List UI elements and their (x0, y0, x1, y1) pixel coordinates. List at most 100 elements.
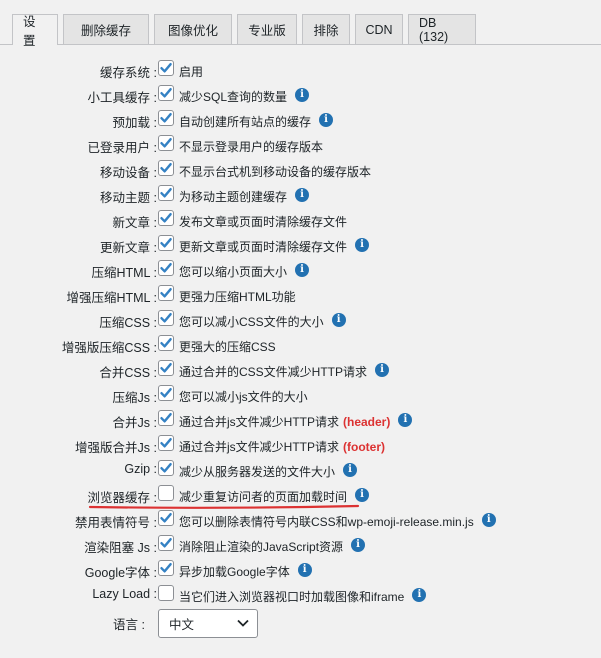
setting-row: 已登录用户 : 不显示登录用户的缓存版本 (0, 133, 601, 158)
info-icon[interactable]: i (481, 512, 496, 527)
setting-row: 移动设备 : 不显示台式机到移动设备的缓存版本 (0, 158, 601, 183)
setting-label: 增强版压缩CSS : (61, 341, 157, 355)
check-icon (160, 388, 172, 398)
setting-checkbox[interactable] (158, 435, 174, 451)
setting-description: 减少重复访问者的页面加载时间 i (179, 487, 370, 505)
setting-row: 增强版合并Js : 通过合并js文件减少HTTP请求 (footer) (0, 433, 601, 458)
language-select[interactable]: 中文 (158, 609, 258, 638)
setting-checkbox[interactable] (158, 160, 174, 176)
check-icon (160, 313, 172, 323)
setting-description-text: 您可以缩小页面大小 (179, 265, 288, 279)
setting-checkbox[interactable] (158, 535, 174, 551)
setting-label: 禁用表情符号 : (75, 516, 157, 530)
setting-description: 发布文章或页面时清除缓存文件 (179, 213, 347, 230)
settings-form: 缓存系统 : 启用 小工具缓存 : 减少SQL查询的数量 i 预加载 : 自动创建所有站点的… (0, 58, 601, 608)
setting-checkbox[interactable] (158, 60, 174, 76)
setting-checkbox[interactable] (158, 135, 174, 151)
setting-checkbox[interactable] (158, 335, 174, 351)
setting-checkbox[interactable] (158, 510, 174, 526)
setting-row: Google字体 : 异步加载Google字体 i (0, 558, 601, 583)
setting-description: 为移动主题创建缓存 i (179, 187, 310, 205)
setting-checkbox[interactable] (158, 560, 174, 576)
setting-checkbox[interactable] (158, 360, 174, 376)
setting-position-note: (header) (343, 415, 391, 429)
language-label: 语言 : (113, 618, 145, 632)
check-icon (160, 138, 172, 148)
setting-row: 更新文章 : 更新文章或页面时清除缓存文件 i (0, 233, 601, 258)
setting-checkbox[interactable] (158, 260, 174, 276)
info-icon[interactable]: i (375, 362, 390, 377)
check-icon (160, 88, 172, 98)
setting-checkbox[interactable] (158, 385, 174, 401)
tab-2[interactable]: 图像优化 (154, 14, 232, 44)
setting-checkbox[interactable] (158, 585, 174, 601)
setting-description: 您可以减小js文件的大小 (179, 388, 308, 405)
setting-description-text: 不显示登录用户的缓存版本 (179, 140, 324, 154)
setting-row: 预加载 : 自动创建所有站点的缓存 i (0, 108, 601, 133)
setting-description-text: 当它们进入浏览器视口时加载图像和iframe (179, 590, 405, 604)
tab-0[interactable]: 设置 (12, 14, 58, 48)
setting-description-text: 您可以删除表情符号内联CSS和wp-emoji-release.min.js (179, 515, 474, 529)
tab-5[interactable]: CDN (355, 14, 403, 44)
setting-checkbox[interactable] (158, 310, 174, 326)
setting-row: 小工具缓存 : 减少SQL查询的数量 i (0, 83, 601, 108)
setting-description-text: 通过合并的CSS文件减少HTTP请求 (179, 365, 368, 379)
setting-checkbox[interactable] (158, 110, 174, 126)
setting-description: 启用 (179, 63, 203, 80)
info-icon[interactable]: i (297, 562, 312, 577)
setting-description: 减少SQL查询的数量 i (179, 87, 310, 105)
check-icon (160, 238, 172, 248)
language-select-value: 中文 (169, 618, 195, 632)
setting-position-note: (footer) (343, 440, 385, 454)
setting-description: 更新文章或页面时清除缓存文件 i (179, 237, 370, 255)
annotation-underline (88, 504, 360, 509)
setting-description: 减少从服务器发送的文件大小 i (179, 462, 358, 480)
setting-row: 合并CSS : 通过合并的CSS文件减少HTTP请求 i (0, 358, 601, 383)
setting-checkbox[interactable] (158, 485, 174, 501)
check-icon (160, 63, 172, 73)
info-icon[interactable]: i (295, 87, 310, 102)
setting-row: 合并Js : 通过合并js文件减少HTTP请求 (header) i (0, 408, 601, 433)
info-icon[interactable]: i (351, 537, 366, 552)
setting-label: 新文章 : (112, 216, 157, 230)
setting-description-text: 您可以减小CSS文件的大小 (179, 315, 324, 329)
setting-checkbox[interactable] (158, 185, 174, 201)
setting-label: Lazy Load : (92, 587, 157, 601)
setting-label: 合并CSS : (99, 366, 157, 380)
setting-checkbox[interactable] (158, 410, 174, 426)
info-icon[interactable]: i (331, 312, 346, 327)
setting-checkbox[interactable] (158, 285, 174, 301)
info-icon[interactable]: i (398, 412, 413, 427)
tab-6[interactable]: DB (132) (408, 14, 476, 44)
info-icon[interactable]: i (355, 487, 370, 502)
setting-row: 移动主题 : 为移动主题创建缓存 i (0, 183, 601, 208)
setting-description-text: 更强大的压缩CSS (179, 340, 276, 354)
check-icon (160, 338, 172, 348)
info-icon[interactable]: i (343, 462, 358, 477)
setting-description-text: 发布文章或页面时清除缓存文件 (179, 215, 348, 229)
setting-checkbox[interactable] (158, 460, 174, 476)
setting-label: Google字体 : (84, 566, 157, 580)
info-icon[interactable]: i (319, 112, 334, 127)
setting-row: 压缩Js : 您可以减小js文件的大小 (0, 383, 601, 408)
setting-description-text: 通过合并js文件减少HTTP请求 (179, 440, 339, 454)
info-icon[interactable]: i (295, 262, 310, 277)
setting-row: 压缩CSS : 您可以减小CSS文件的大小 i (0, 308, 601, 333)
setting-description: 消除阻止渲染的JavaScript资源 i (179, 537, 366, 555)
setting-checkbox[interactable] (158, 85, 174, 101)
setting-checkbox[interactable] (158, 235, 174, 251)
setting-row: 压缩HTML : 您可以缩小页面大小 i (0, 258, 601, 283)
setting-label: 已登录用户 : (87, 141, 157, 155)
setting-row: Gzip : 减少从服务器发送的文件大小 i (0, 458, 601, 483)
setting-row: 新文章 : 发布文章或页面时清除缓存文件 (0, 208, 601, 233)
check-icon (160, 538, 172, 548)
setting-description-text: 启用 (179, 65, 204, 79)
tab-4[interactable]: 排除 (302, 14, 350, 44)
setting-description: 不显示台式机到移动设备的缓存版本 (179, 163, 371, 180)
setting-checkbox[interactable] (158, 210, 174, 226)
info-icon[interactable]: i (355, 237, 370, 252)
info-icon[interactable]: i (412, 587, 427, 602)
info-icon[interactable]: i (295, 187, 310, 202)
tab-3[interactable]: 专业版 (237, 14, 297, 44)
tab-1[interactable]: 删除缓存 (63, 14, 149, 44)
